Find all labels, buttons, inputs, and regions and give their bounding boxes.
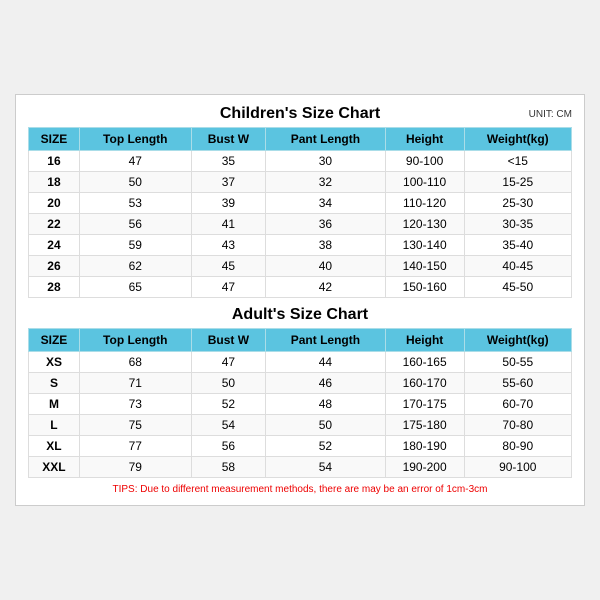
adult-header-size: SIZE (29, 329, 80, 352)
table-row: XS684744160-16550-55 (29, 352, 572, 373)
header-pant-length: Pant Length (266, 128, 386, 151)
header-height: Height (385, 128, 464, 151)
children-header-row: SIZE Top Length Bust W Pant Length Heigh… (29, 128, 572, 151)
table-row: 22564136120-13030-35 (29, 214, 572, 235)
header-weight: Weight(kg) (464, 128, 571, 151)
children-title: Children's Size Chart (220, 105, 380, 123)
children-title-row: Children's Size Chart UNIT: CM (28, 105, 572, 123)
adult-header-bust-w: Bust W (191, 329, 266, 352)
unit-label: UNIT: CM (529, 109, 572, 120)
adult-section: Adult's Size Chart SIZE Top Length Bust … (28, 306, 572, 478)
table-row: 1647353090-100<15 (29, 151, 572, 172)
adult-title-row: Adult's Size Chart (28, 306, 572, 324)
header-top-length: Top Length (79, 128, 191, 151)
adult-header-height: Height (385, 329, 464, 352)
header-size: SIZE (29, 128, 80, 151)
table-row: XL775652180-19080-90 (29, 436, 572, 457)
table-row: S715046160-17055-60 (29, 373, 572, 394)
table-row: 20533934110-12025-30 (29, 193, 572, 214)
adult-size-table: SIZE Top Length Bust W Pant Length Heigh… (28, 328, 572, 478)
adult-title: Adult's Size Chart (232, 306, 368, 324)
table-row: L755450175-18070-80 (29, 415, 572, 436)
tips-text: TIPS: Due to different measurement metho… (28, 484, 572, 495)
table-row: M735248170-17560-70 (29, 394, 572, 415)
table-row: 26624540140-15040-45 (29, 256, 572, 277)
adult-header-top-length: Top Length (79, 329, 191, 352)
adult-header-row: SIZE Top Length Bust W Pant Length Heigh… (29, 329, 572, 352)
chart-container: Children's Size Chart UNIT: CM SIZE Top … (15, 94, 585, 506)
table-row: XXL795854190-20090-100 (29, 457, 572, 478)
table-row: 18503732100-11015-25 (29, 172, 572, 193)
adult-header-weight: Weight(kg) (464, 329, 571, 352)
table-row: 28654742150-16045-50 (29, 277, 572, 298)
adult-header-pant-length: Pant Length (266, 329, 386, 352)
children-size-table: SIZE Top Length Bust W Pant Length Heigh… (28, 127, 572, 298)
header-bust-w: Bust W (191, 128, 266, 151)
table-row: 24594338130-14035-40 (29, 235, 572, 256)
